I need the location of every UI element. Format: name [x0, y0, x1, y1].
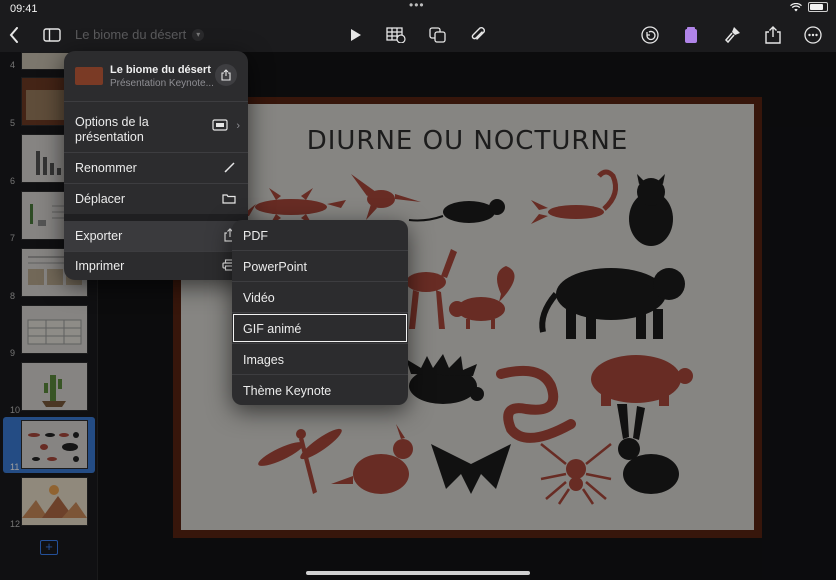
menu-item-move[interactable]: Déplacer — [64, 184, 248, 214]
menu-item-label: Imprimer — [75, 259, 125, 273]
more-icon[interactable] — [803, 18, 823, 52]
export-option-label: Images — [243, 353, 284, 367]
export-option-keynote-theme[interactable]: Thème Keynote — [232, 375, 408, 405]
slideshow-icon — [212, 119, 228, 134]
chevron-down-icon: ▾ — [192, 28, 205, 41]
export-option-label: GIF animé — [243, 322, 302, 336]
export-option-label: PDF — [243, 229, 268, 243]
table-icon[interactable] — [385, 18, 407, 52]
format-icon[interactable] — [682, 18, 700, 52]
undo-icon[interactable] — [640, 18, 660, 52]
document-type: Présentation Keynote... — [110, 78, 214, 89]
play-icon[interactable] — [348, 18, 364, 52]
wifi-icon — [790, 2, 802, 11]
menu-item-presentation-options[interactable]: Options de la présentation › — [64, 101, 248, 151]
document-title-label: Le biome du désert — [75, 27, 187, 42]
shapes-icon[interactable] — [428, 18, 448, 52]
export-option-pdf[interactable]: PDF — [232, 220, 408, 250]
document-thumbnail — [75, 67, 103, 85]
menu-item-print[interactable]: Imprimer — [64, 252, 248, 280]
share-icon[interactable] — [764, 18, 782, 52]
menu-item-rename[interactable]: Renommer — [64, 153, 248, 183]
folder-icon — [222, 193, 236, 207]
export-option-images[interactable]: Images — [232, 344, 408, 374]
document-name: Le biome du désert — [110, 64, 211, 76]
document-options-popover: Le biome du désert Présentation Keynote.… — [64, 51, 248, 280]
toolbar: Le biome du désert ▾ — [0, 18, 836, 52]
menu-item-export[interactable]: Exporter — [64, 221, 248, 251]
status-bar: 09:41 ••• — [0, 0, 836, 18]
export-submenu: PDF PowerPoint Vidéo GIF animé Images Th… — [232, 220, 408, 405]
attachment-icon[interactable] — [469, 18, 487, 52]
export-option-video[interactable]: Vidéo — [232, 282, 408, 312]
share-button[interactable] — [215, 64, 237, 86]
battery-icon — [808, 2, 828, 12]
menu-item-label: Options de la présentation — [75, 115, 149, 144]
export-option-label: Vidéo — [243, 291, 275, 305]
section-divider — [64, 214, 248, 221]
home-indicator[interactable] — [306, 571, 530, 575]
export-option-powerpoint[interactable]: PowerPoint — [232, 251, 408, 281]
menu-item-label: Exporter — [75, 229, 123, 243]
export-option-label: Thème Keynote — [243, 384, 332, 398]
status-indicators — [790, 2, 828, 12]
document-title[interactable]: Le biome du désert ▾ — [75, 27, 205, 42]
multitasking-dots[interactable]: ••• — [409, 0, 425, 12]
back-icon[interactable] — [6, 18, 22, 52]
chevron-right-icon: › — [236, 120, 240, 132]
share-icon — [221, 69, 231, 81]
menu-item-label: Renommer — [75, 161, 137, 175]
brush-icon[interactable] — [722, 18, 742, 52]
export-option-animated-gif[interactable]: GIF animé — [232, 313, 408, 343]
menu-item-label: Déplacer — [75, 192, 126, 206]
sidebar-icon[interactable] — [42, 18, 62, 52]
pencil-icon — [224, 161, 236, 176]
clock: 09:41 — [10, 3, 38, 15]
popover-header: Le biome du désert Présentation Keynote.… — [64, 51, 248, 102]
export-option-label: PowerPoint — [243, 260, 307, 274]
